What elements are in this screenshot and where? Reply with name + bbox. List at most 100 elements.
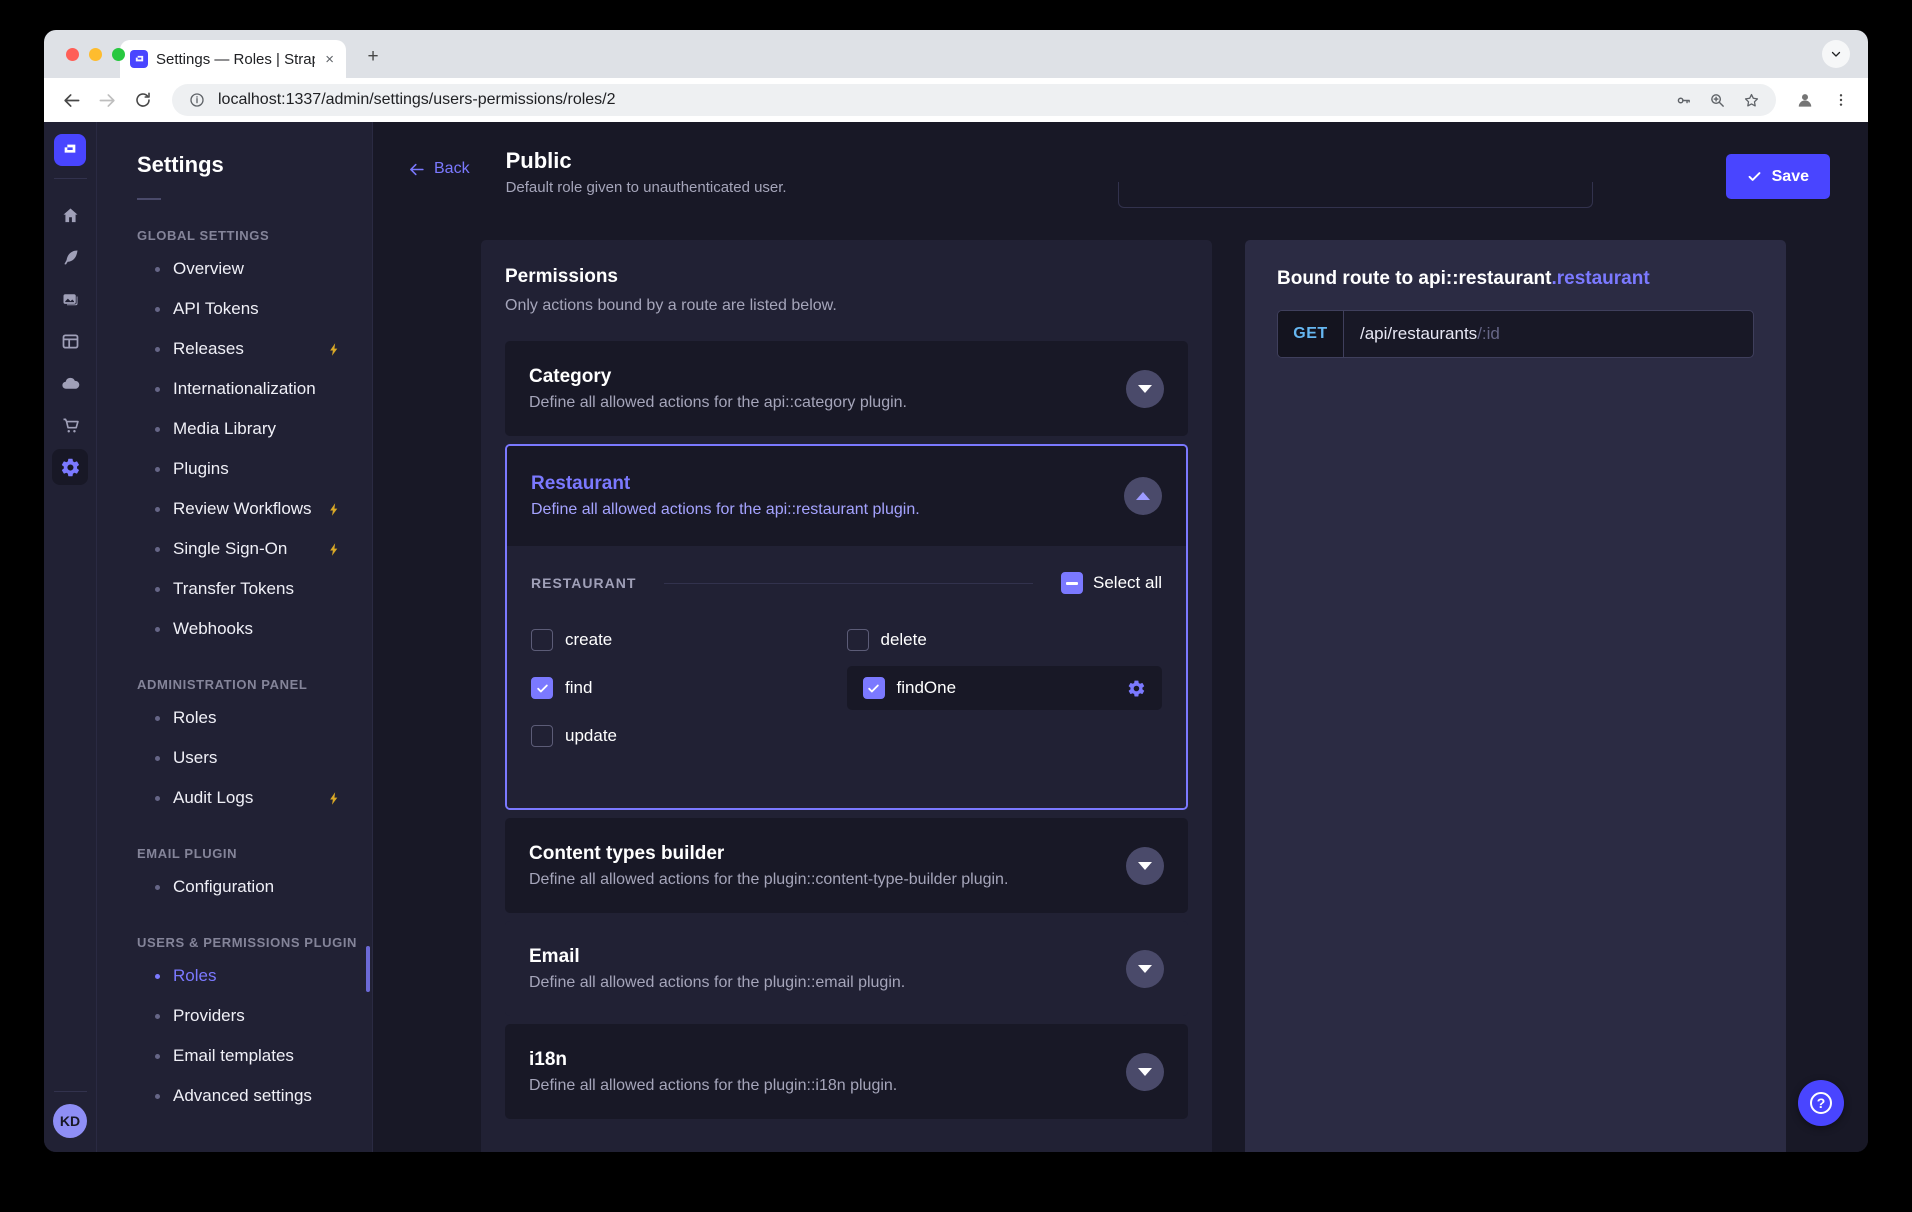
rail-settings-button[interactable] [52, 449, 88, 485]
rail-content-manager-button[interactable] [52, 239, 88, 275]
back-nav-icon[interactable] [56, 85, 86, 115]
zoom-window-button[interactable] [112, 48, 125, 61]
sidebar-item-api-tokens[interactable]: API Tokens [137, 289, 372, 329]
route-method-badge: GET [1278, 311, 1344, 357]
chevron-down-icon [1138, 1068, 1152, 1076]
sidebar-item-label: Plugins [173, 459, 229, 479]
accordion-email: EmailDefine all allowed actions for the … [505, 921, 1188, 1016]
accordion-header-restaurant[interactable]: RestaurantDefine all allowed actions for… [507, 446, 1186, 546]
browser-tab[interactable]: Settings — Roles | Strapi × [120, 40, 346, 78]
tab-close-icon[interactable]: × [323, 51, 336, 68]
minimize-window-button[interactable] [89, 48, 102, 61]
sidebar-item-email-templates[interactable]: Email templates [137, 1036, 372, 1076]
bound-route-title: Bound route to api::restaurant.restauran… [1277, 268, 1754, 290]
accordion-header-category[interactable]: CategoryDefine all allowed actions for t… [505, 341, 1188, 436]
permission-cell: create [531, 616, 847, 664]
sidebar-item-webhooks[interactable]: Webhooks [137, 609, 372, 649]
sidebar-item-transfer-tokens[interactable]: Transfer Tokens [137, 569, 372, 609]
advanced-settings-cog-button[interactable] [1127, 679, 1146, 698]
accordion-header-content-types-builder[interactable]: Content types builderDefine all allowed … [505, 818, 1188, 913]
select-all-control[interactable]: Select all [1061, 572, 1162, 594]
findOne-checkbox[interactable] [863, 677, 885, 699]
help-button[interactable]: ? [1798, 1080, 1844, 1126]
password-key-icon[interactable] [1670, 87, 1696, 113]
accordion-titles: EmailDefine all allowed actions for the … [529, 946, 1126, 992]
sidebar-item-label: Internationalization [173, 379, 316, 399]
accordion-body-restaurant: RESTAURANTSelect allcreatedeletefindfind… [507, 546, 1186, 808]
forward-nav-icon[interactable] [92, 85, 122, 115]
sidebar-item-configuration[interactable]: Configuration [137, 867, 372, 907]
browser-menu-icon[interactable] [1826, 85, 1856, 115]
expand-toggle-button[interactable] [1126, 370, 1164, 408]
rail-home-button[interactable] [52, 197, 88, 233]
chevron-down-icon [1138, 965, 1152, 973]
update-checkbox[interactable] [531, 725, 553, 747]
delete-checkbox[interactable] [847, 629, 869, 651]
sidebar-item-label: Transfer Tokens [173, 579, 294, 599]
bookmark-star-icon[interactable] [1738, 87, 1764, 113]
select-all-checkbox[interactable] [1061, 572, 1083, 594]
accordion-header-email[interactable]: EmailDefine all allowed actions for the … [505, 921, 1188, 1016]
reload-icon[interactable] [128, 85, 158, 115]
new-tab-button[interactable]: + [360, 44, 386, 70]
sidebar-item-plugins[interactable]: Plugins [137, 449, 372, 489]
permission-delete[interactable]: delete [847, 629, 927, 651]
question-mark-icon: ? [1810, 1092, 1832, 1114]
user-avatar[interactable]: KD [53, 1104, 87, 1138]
premium-bolt-icon [327, 502, 342, 517]
accordion-title: i18n [529, 1049, 1126, 1071]
sidebar-item-releases[interactable]: Releases [137, 329, 372, 369]
sidebar-item-overview[interactable]: Overview [137, 249, 372, 289]
url-text[interactable]: localhost:1337/admin/settings/users-perm… [218, 91, 1662, 109]
accordion-i18n: i18nDefine all allowed actions for the p… [505, 1024, 1188, 1119]
bullet-icon [155, 507, 160, 512]
sidebar-item-audit-logs[interactable]: Audit Logs [137, 778, 372, 818]
sidebar-title: Settings [137, 152, 372, 178]
browser-tabstrip: Settings — Roles | Strapi × + [44, 30, 1868, 78]
permissions-title: Permissions [505, 266, 1188, 288]
zoom-page-icon[interactable] [1704, 87, 1730, 113]
bullet-icon [155, 427, 160, 432]
permission-update[interactable]: update [531, 725, 617, 747]
sidebar-item-roles[interactable]: Roles [137, 698, 372, 738]
rail-cloud-button[interactable] [52, 365, 88, 401]
sidebar-item-providers[interactable]: Providers [137, 996, 372, 1036]
accordion-description: Define all allowed actions for the api::… [531, 501, 1124, 519]
accordion-title: Email [529, 946, 1126, 968]
accordion-header-i18n[interactable]: i18nDefine all allowed actions for the p… [505, 1024, 1188, 1119]
expand-toggle-button[interactable] [1126, 847, 1164, 885]
sidebar-item-media-library[interactable]: Media Library [137, 409, 372, 449]
expand-toggle-button[interactable] [1126, 1053, 1164, 1091]
address-bar[interactable]: localhost:1337/admin/settings/users-perm… [172, 84, 1776, 116]
site-info-icon[interactable] [184, 87, 210, 113]
sidebar-item-internationalization[interactable]: Internationalization [137, 369, 372, 409]
save-button[interactable]: Save [1726, 154, 1830, 199]
chevron-up-icon [1136, 492, 1150, 500]
back-link[interactable]: Back [408, 160, 470, 178]
rail-content-type-builder-button[interactable] [52, 323, 88, 359]
collapse-toggle-button[interactable] [1124, 477, 1162, 515]
tab-search-button[interactable] [1822, 40, 1850, 68]
create-checkbox[interactable] [531, 629, 553, 651]
rail-marketplace-button[interactable] [52, 407, 88, 443]
permission-create[interactable]: create [531, 629, 612, 651]
permission-find[interactable]: find [531, 677, 592, 699]
close-window-button[interactable] [66, 48, 79, 61]
expand-toggle-button[interactable] [1126, 950, 1164, 988]
sidebar-item-single-sign-on[interactable]: Single Sign-On [137, 529, 372, 569]
sidebar-scrollbar-thumb[interactable] [366, 946, 370, 992]
strapi-logo-icon[interactable] [54, 134, 86, 166]
sidebar-item-users[interactable]: Users [137, 738, 372, 778]
find-checkbox[interactable] [531, 677, 553, 699]
tab-title: Settings — Roles | Strapi [156, 51, 315, 68]
rail-media-library-button[interactable] [52, 281, 88, 317]
premium-bolt-icon [327, 791, 342, 806]
browser-profile-icon[interactable] [1790, 85, 1820, 115]
sidebar-item-advanced-settings[interactable]: Advanced settings [137, 1076, 372, 1116]
sidebar-item-review-workflows[interactable]: Review Workflows [137, 489, 372, 529]
permission-findOne[interactable]: findOne [847, 666, 1163, 710]
sidebar-item-label: Overview [173, 259, 244, 279]
sidebar-section-label: ADMINISTRATION PANEL [137, 677, 372, 692]
sidebar-item-roles[interactable]: Roles [137, 956, 372, 996]
sidebar-item-label: Audit Logs [173, 788, 253, 808]
